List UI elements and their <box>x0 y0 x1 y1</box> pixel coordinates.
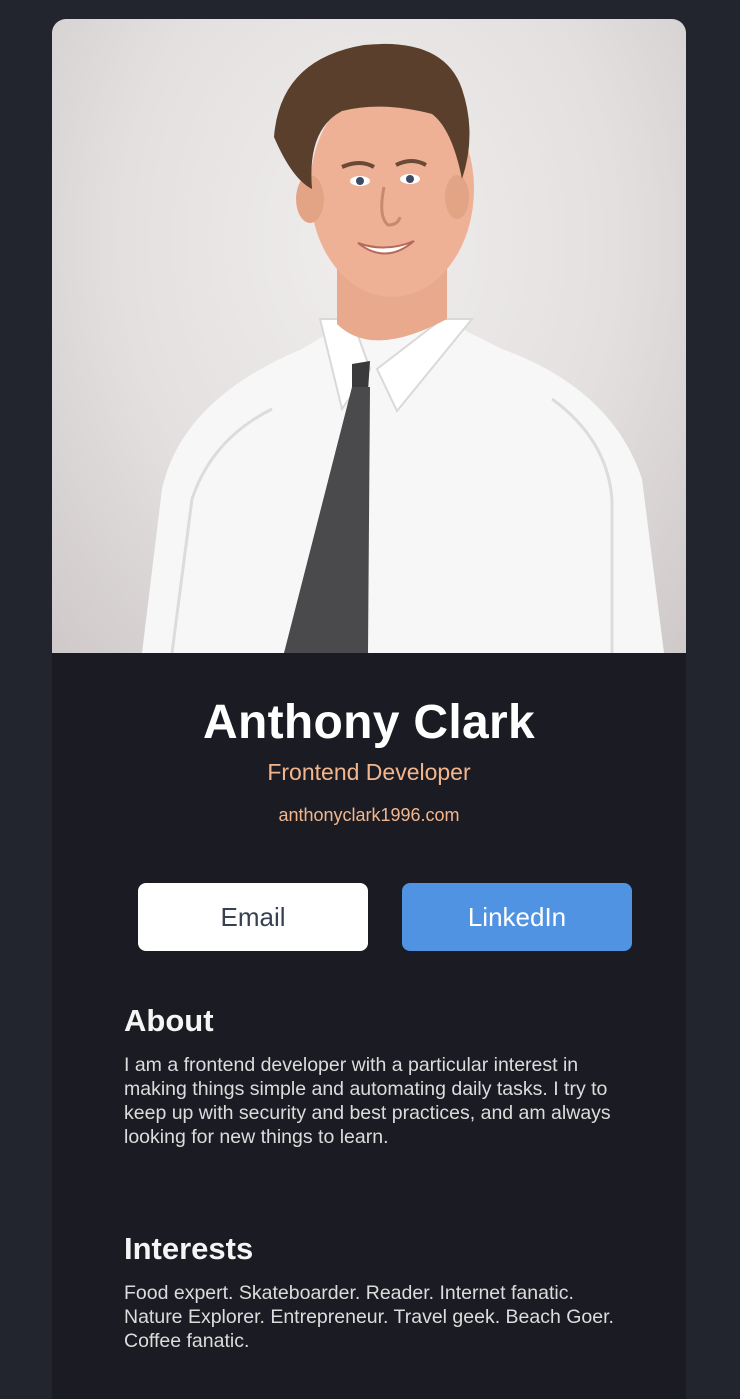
interests-heading: Interests <box>124 1231 254 1266</box>
linkedin-button[interactable]: LinkedIn <box>402 883 632 951</box>
about-heading: About <box>124 1003 214 1038</box>
about-text: I am a frontend developer with a particu… <box>124 1054 611 1148</box>
email-button[interactable]: Email <box>138 883 368 951</box>
profile-card: Anthony Clark Frontend Developer anthony… <box>52 19 686 1399</box>
profile-role: Frontend Developer <box>267 759 471 785</box>
profile-name: Anthony Clark <box>203 696 535 749</box>
person-portrait-icon <box>142 43 664 653</box>
website-link[interactable]: anthonyclark1996.com <box>52 805 686 826</box>
profile-photo <box>52 19 686 653</box>
interests-text: Food expert. Skateboarder. Reader. Inter… <box>124 1282 614 1352</box>
